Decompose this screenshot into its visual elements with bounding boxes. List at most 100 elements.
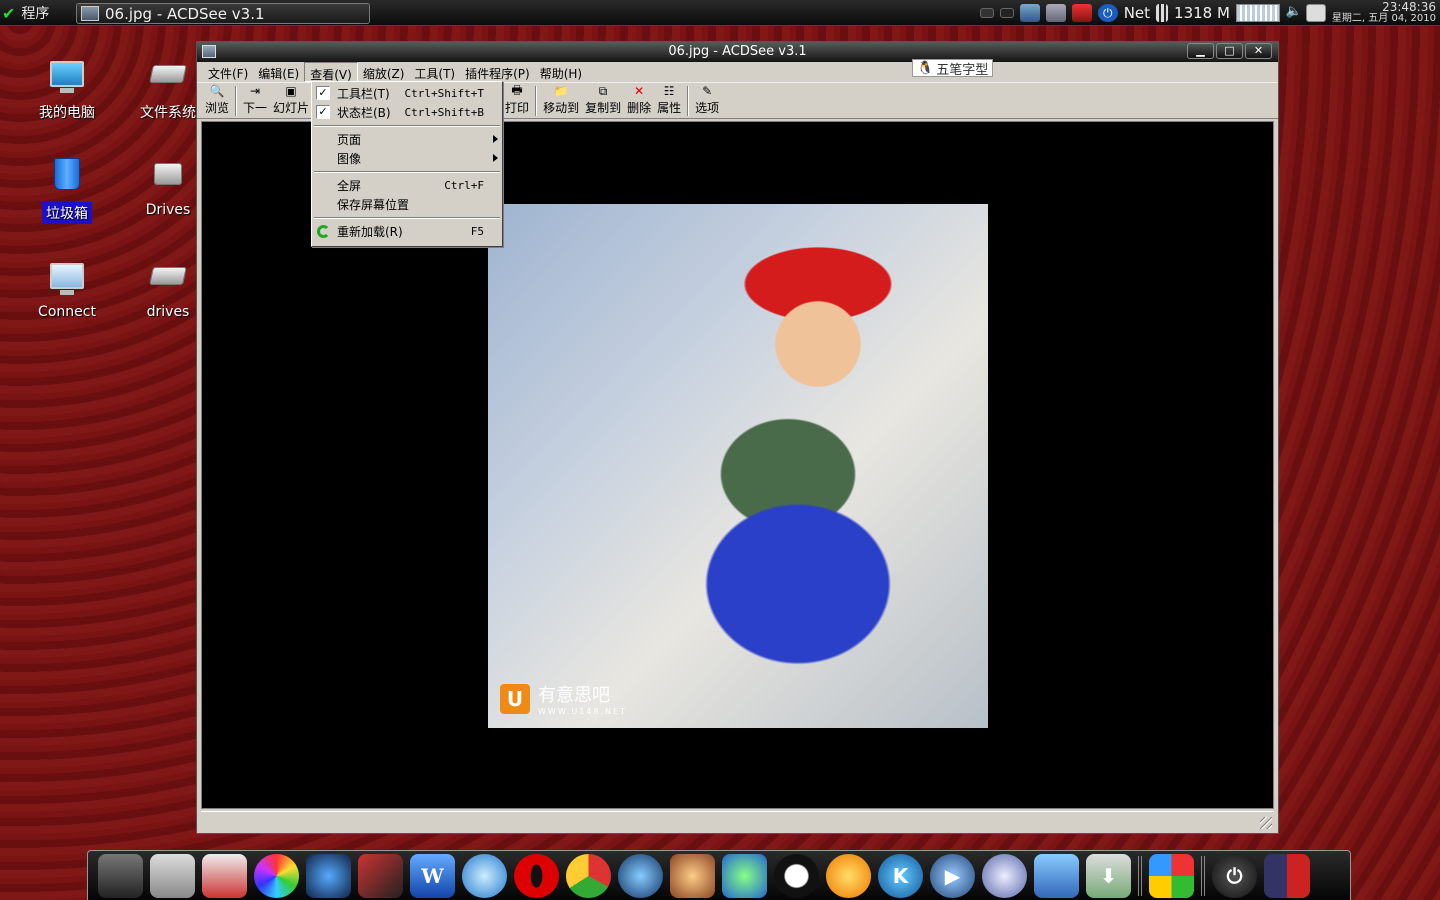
play-icon[interactable]: ▶ <box>930 853 975 898</box>
print-button[interactable]: 🖶 打印 <box>502 83 532 118</box>
slideshow-button[interactable]: ▣ 幻灯片 <box>270 84 312 118</box>
toolbar-separator <box>535 86 538 116</box>
browse-icon: 🔍 <box>209 84 225 98</box>
clock[interactable]: 23:48:36 星期二, 五月 04, 2010 <box>1331 0 1436 24</box>
browser-icon[interactable] <box>462 853 507 898</box>
tool-icon[interactable] <box>1071 4 1092 22</box>
clipboard-icon[interactable] <box>1305 4 1326 22</box>
windows-icon[interactable] <box>1149 853 1194 898</box>
msn-icon[interactable] <box>722 853 767 898</box>
trash-icon[interactable] <box>1045 4 1066 22</box>
top-panel: ✔ 程序 06.jpg - ACDSee v3.1 ⏻ Net 1318 M 🔈… <box>0 0 1440 26</box>
menu-item-label: 全屏 <box>337 179 362 193</box>
fox-icon[interactable] <box>670 853 715 898</box>
menu-item-label: 保存屏幕位置 <box>337 198 410 212</box>
check-icon: ✓ <box>316 86 330 100</box>
title-bar[interactable]: 06.jpg - ACDSee v3.1 ▁ □ ✕ <box>197 42 1278 62</box>
drive-icon <box>146 54 190 94</box>
desktop-icon-label: 文件系统 <box>140 105 196 121</box>
thunderbird-icon[interactable] <box>618 853 663 898</box>
checkmark-icon: ✔ <box>2 3 16 23</box>
menu-plugins[interactable]: 插件程序(P) <box>460 62 535 82</box>
copy-to-button[interactable]: ⧉ 复制到 <box>582 84 624 118</box>
chat-icon[interactable] <box>982 853 1027 898</box>
menu-item-toolbar[interactable]: ✓ 工具栏(T) Ctrl+Shift+T <box>312 84 502 103</box>
qq-icon[interactable] <box>774 853 819 898</box>
camera-icon[interactable] <box>150 853 195 898</box>
power-icon[interactable]: ⏻ <box>1212 853 1257 898</box>
move-to-button[interactable]: 📁 移动到 <box>540 84 582 118</box>
next-button[interactable]: ⇥ 下一 <box>240 84 270 118</box>
desktop-icon-trash[interactable]: 垃圾箱 <box>17 154 117 224</box>
minimize-button[interactable]: ▁ <box>1187 43 1214 59</box>
k-icon[interactable]: K <box>878 853 923 898</box>
word-icon[interactable]: W <box>410 853 455 898</box>
desktop-icon-connect[interactable]: Connect <box>17 256 117 320</box>
status-bar <box>201 811 1274 831</box>
watermark-url: WWW.U148.NET <box>538 707 627 716</box>
photo-watermark: U 有意思吧 WWW.U148.NET <box>500 681 627 716</box>
photo-image: U 有意思吧 WWW.U148.NET <box>488 204 988 728</box>
window-icon[interactable] <box>979 8 994 18</box>
clock-time: 23:48:36 <box>1382 0 1436 14</box>
menu-zoom[interactable]: 缩放(Z) <box>358 62 410 82</box>
desktop-icon-computer[interactable]: 我的电脑 <box>17 54 117 122</box>
app-menu-button[interactable]: ✔ 程序 <box>2 3 49 23</box>
workspace-icon[interactable] <box>1264 853 1310 898</box>
home-icon[interactable] <box>1034 853 1079 898</box>
options-label: 选项 <box>695 101 720 115</box>
menu-item-shortcut: Ctrl+Shift+B <box>404 106 484 119</box>
delete-button[interactable]: ✕ 删除 <box>624 84 654 118</box>
chrome-icon[interactable] <box>566 853 611 898</box>
menu-item-save-position[interactable]: 保存屏幕位置 <box>312 195 502 214</box>
power-icon[interactable]: ⏻ <box>1097 4 1118 22</box>
opera-icon[interactable] <box>514 853 559 898</box>
menu-item-image[interactable]: 图像 <box>312 149 502 168</box>
window-title: 06.jpg - ACDSee v3.1 <box>668 44 807 59</box>
music-icon[interactable] <box>826 853 871 898</box>
submenu-arrow-icon <box>493 135 498 143</box>
toolbar-separator <box>687 86 690 116</box>
volume-icon[interactable]: 🔈 <box>1286 4 1302 22</box>
monitor-icon[interactable] <box>98 853 143 898</box>
menu-help[interactable]: 帮助(H) <box>535 62 587 82</box>
taskbar-window-title: 06.jpg - ACDSee v3.1 <box>105 4 265 23</box>
menu-separator <box>314 171 500 173</box>
options-button[interactable]: ✎ 选项 <box>692 84 722 118</box>
trash-icon <box>45 154 89 194</box>
properties-button[interactable]: ☷ 属性 <box>654 84 684 118</box>
network-icon[interactable] <box>1019 4 1040 22</box>
clock-date: 星期二, 五月 04, 2010 <box>1331 13 1436 24</box>
color-icon[interactable] <box>254 853 299 898</box>
menu-file[interactable]: 文件(F) <box>203 62 253 82</box>
desktop-icon-label: Drives <box>145 202 191 218</box>
menu-item-reload[interactable]: 重新加载(R) F5 <box>312 222 502 241</box>
menu-item-page[interactable]: 页面 <box>312 130 502 149</box>
net-meter-icon <box>1156 4 1169 22</box>
drive-icon <box>146 154 190 194</box>
menu-edit[interactable]: 编辑(E) <box>253 62 304 82</box>
menu-view[interactable]: 查看(V) <box>304 62 358 82</box>
window-icon[interactable] <box>999 8 1014 18</box>
copy-label: 复制到 <box>585 101 622 115</box>
slideshow-icon: ▣ <box>285 84 297 98</box>
pen-icon[interactable] <box>358 853 403 898</box>
app-menu-label: 程序 <box>21 6 50 22</box>
menu-item-fullscreen[interactable]: 全屏 Ctrl+F <box>312 176 502 195</box>
taskbar-window-button[interactable]: 06.jpg - ACDSee v3.1 <box>76 3 370 24</box>
earth-icon[interactable] <box>306 853 351 898</box>
menu-item-label: 工具栏(T) <box>337 87 390 101</box>
browse-button[interactable]: 🔍 浏览 <box>202 84 232 118</box>
maximize-button[interactable]: □ <box>1216 43 1243 59</box>
menu-item-statusbar[interactable]: ✓ 状态栏(B) Ctrl+Shift+B <box>312 103 502 122</box>
download-icon[interactable]: ⬇ <box>1086 853 1131 898</box>
close-button[interactable]: ✕ <box>1245 43 1272 59</box>
menu-tools[interactable]: 工具(T) <box>409 62 460 82</box>
menu-item-label: 页面 <box>337 133 362 147</box>
menu-item-shortcut: Ctrl+F <box>444 179 484 192</box>
menu-separator <box>314 217 500 219</box>
resize-grip[interactable] <box>1260 817 1272 829</box>
mail-icon[interactable] <box>202 853 247 898</box>
ime-indicator[interactable]: 🐧 五笔字型 <box>912 59 994 78</box>
memory-label: 1318 M <box>1174 4 1230 22</box>
